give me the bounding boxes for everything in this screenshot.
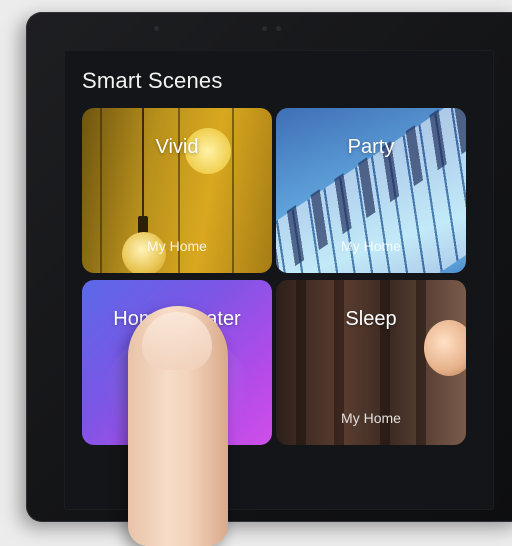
sensor-dot	[154, 26, 159, 31]
scene-card-party[interactable]: Party My Home	[276, 108, 466, 273]
page-title: Smart Scenes	[82, 68, 223, 93]
scene-home: My Home	[147, 238, 207, 254]
scene-name: Sleep	[345, 308, 397, 330]
sensor-dot	[262, 26, 267, 31]
scene-name: Vivid	[155, 136, 199, 158]
scene-home: My Home	[341, 238, 401, 254]
scene-card-sleep[interactable]: Sleep My Home	[276, 280, 466, 445]
fingernail	[142, 312, 212, 370]
sensor-dot	[276, 26, 281, 31]
scene-name: Party	[347, 136, 395, 158]
scene-card-vivid[interactable]: Vivid My Home	[82, 108, 272, 273]
scene-home: My Home	[341, 410, 401, 426]
